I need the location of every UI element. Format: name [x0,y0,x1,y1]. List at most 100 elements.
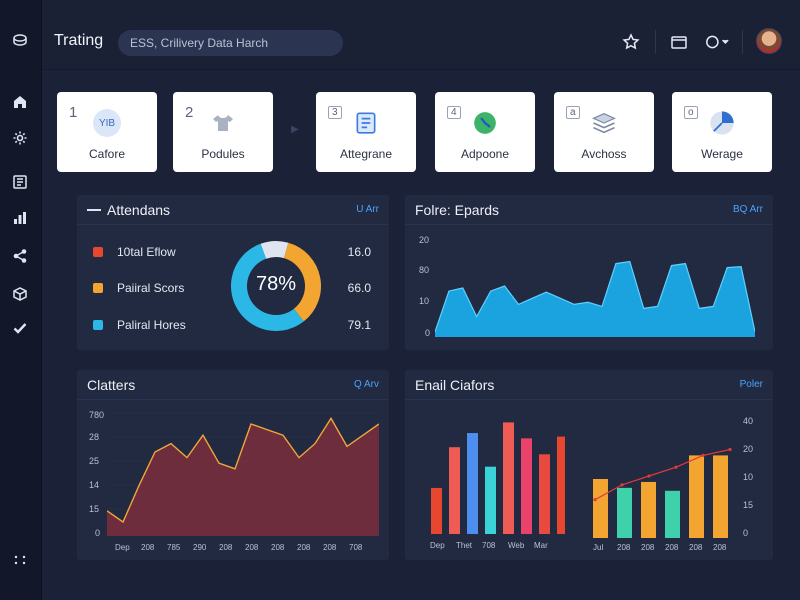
x-tick: 208 [665,543,679,552]
x-axis: Dep 208 785 290 208 208 208 208 208 708 [115,543,363,552]
panel-link[interactable]: BQ Arr [733,204,763,215]
x-tick: 208 [713,543,727,552]
bar [485,466,496,534]
tile-4[interactable]: 4 Adpoone [435,92,535,172]
bar [593,479,608,538]
user-menu-icon[interactable] [704,33,732,53]
tile-number: 1 [69,104,78,121]
tile-6[interactable]: o Werage [672,92,772,172]
panel-header: Clatters Q Arv [77,370,389,400]
x-tick: Mar [534,541,548,550]
x-tick: Jul [593,543,603,552]
bar [665,490,680,538]
tile-label: Attegrane [339,147,393,161]
y-tick: 20 [419,235,430,245]
panel-header: Enail Ciafors Poler [405,370,773,400]
x-tick: 208 [689,543,703,552]
y-tick: 780 [89,410,105,420]
y-tick: 10 [419,296,430,306]
x-tick: 208 [141,543,155,552]
tile-label: Werage [701,147,743,161]
logo-icon[interactable] [8,28,32,52]
tile-number: a [566,106,580,119]
sidebar [0,0,42,600]
y-tick: 14 [89,480,100,490]
checklist-icon [351,108,381,138]
panel-link[interactable]: Q Arv [354,379,379,390]
share-icon[interactable] [8,244,32,268]
panel-link[interactable]: Poler [740,379,763,390]
x-tick: Dep [115,543,130,552]
legend-value: 79.1 [347,318,371,332]
tile-label: Cafore [88,147,126,161]
y-tick: 0 [743,528,748,538]
legend-swatch [93,320,103,330]
home-icon[interactable] [8,90,32,114]
tile-5[interactable]: a Avchoss [554,92,654,172]
area-chart [435,260,755,337]
x-tick: 208 [323,543,337,552]
y-tick: 28 [89,432,100,442]
shirt-icon [208,108,238,138]
trend-point [674,465,678,469]
attendance-panel: Attendans U Arr 10tal Eflow Paiiral Scor… [77,195,389,350]
y-tick: 10 [743,472,753,482]
x-tick: Dep [430,541,445,550]
chevron-right-icon: ▶ [291,124,299,135]
donut-slice [260,241,289,259]
settings-icon[interactable] [8,126,32,150]
x-tick: Thet [456,541,473,550]
x-tick: 290 [193,543,207,552]
avatar[interactable] [756,28,782,54]
folder-icon[interactable] [670,33,690,53]
tile-label: Adpoone [460,147,510,161]
tile-number: 2 [185,104,194,121]
tile-label: Avchoss [581,147,627,161]
bar-chart: Dep Thet 708 Web Mar [430,422,565,550]
panel-header: Folre: Epards BQ Arr [405,195,773,225]
pie-chart-icon [707,108,737,138]
bar [617,487,632,538]
legend-value: 66.0 [347,281,371,295]
trend-point [701,453,705,457]
legend-item: 10tal Eflow [93,245,176,259]
app-title: Trating [54,32,104,49]
document-icon[interactable] [8,170,32,194]
bar-line-chart: Jul 208 208 208 208 208 40 20 10 15 0 [593,416,753,552]
archive-icon [589,108,619,138]
bar [449,447,460,534]
tile-1[interactable]: 1 YIB Cafore [57,92,157,172]
search-input[interactable]: ESS, Crilivery Data Harch [118,30,343,56]
x-tick: 208 [245,543,259,552]
legend-value: 16.0 [347,245,371,259]
star-icon[interactable] [622,33,642,53]
clatters-panel: Clatters Q Arv 780 28 25 14 15 0 Dep 208 7… [77,370,389,560]
tile-2[interactable]: 2 Podules [173,92,273,172]
panel-link[interactable]: U Arr [356,204,379,215]
header-divider [655,30,656,54]
more-icon[interactable] [8,548,32,572]
y-tick: 40 [743,416,753,426]
check-icon[interactable] [8,316,32,340]
bar [557,436,565,534]
badge-icon: YIB [92,108,122,138]
trend-point [728,447,732,452]
area-fill [435,261,755,337]
collapse-icon[interactable] [87,209,101,211]
bar-chart-icon[interactable] [8,206,32,230]
tile-3[interactable]: 3 Attegrane [316,92,416,172]
top-header: Trating ESS, Crilivery Data Harch [42,0,800,70]
package-icon[interactable] [8,282,32,306]
bar [431,487,442,534]
email-panel: Enail Ciafors Poler Dep Thet 708 Web Mar Jul… [405,370,773,560]
x-tick: 785 [167,543,181,552]
x-tick: 208 [271,543,285,552]
x-tick: 208 [297,543,311,552]
tile-number: o [684,106,698,119]
trend-point [593,498,597,502]
header-divider [742,30,743,54]
x-tick: 208 [617,543,631,552]
bar [689,455,704,538]
tile-label: Podules [201,147,245,161]
panel-title: Folre: Epards [415,202,500,218]
